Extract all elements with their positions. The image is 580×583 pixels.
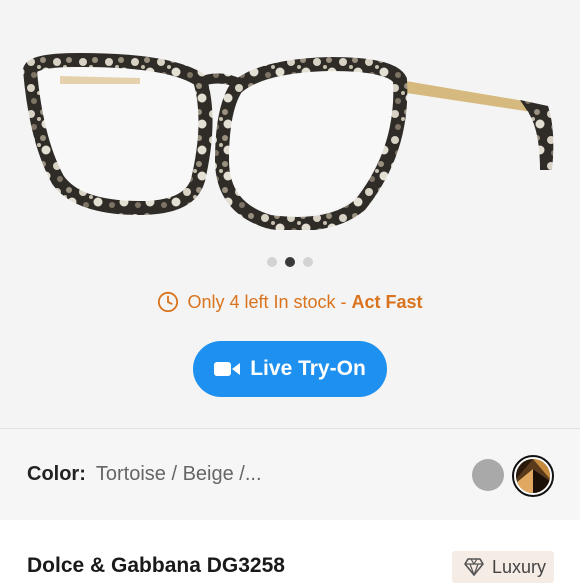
carousel-dot-active[interactable]	[285, 257, 295, 267]
luxury-badge: Luxury	[452, 551, 554, 583]
clock-icon	[158, 291, 179, 313]
stock-message: Only 4 left In stock -	[187, 291, 352, 312]
product-info: Dolce & Gabbana DG3258 Luxury	[0, 520, 580, 583]
product-title: Dolce & Gabbana DG3258	[27, 554, 285, 577]
color-value: Tortoise / Beige /...	[95, 463, 262, 485]
carousel-dot[interactable]	[267, 257, 277, 267]
luxury-badge-label: Luxury	[492, 556, 547, 577]
color-selector: Color: Tortoise / Beige /...	[0, 429, 580, 520]
live-try-on-label: Live Try-On	[250, 357, 366, 380]
stock-notice: Only 4 left In stock - Act Fast	[0, 291, 580, 313]
carousel-dot[interactable]	[303, 257, 313, 267]
carousel-dots	[0, 257, 580, 267]
product-image-carousel[interactable]: Only 4 left In stock - Act Fast Live Try…	[0, 0, 580, 428]
swatch-tortoise-selected[interactable]	[512, 455, 554, 497]
product-image	[0, 30, 580, 231]
swatch-grey[interactable]	[472, 459, 504, 491]
color-label: Color:	[27, 463, 86, 485]
stock-urgency: Act Fast	[351, 291, 423, 312]
diamond-icon	[464, 558, 484, 576]
video-camera-icon	[214, 362, 241, 376]
live-try-on-button[interactable]: Live Try-On	[193, 341, 387, 397]
